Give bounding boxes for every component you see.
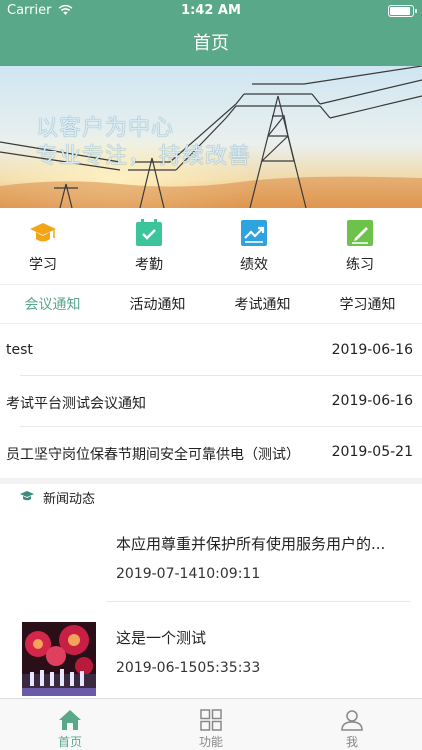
news-section-title: 新闻动态 <box>43 492 96 507</box>
news-section-header: 新闻动态 <box>0 484 422 510</box>
banner-slogan-line2: 专业专注， 持续改善 <box>36 144 251 169</box>
news-item[interactable]: 这是一个测试 2019-06-1505:35:33 <box>0 612 422 696</box>
status-bar: Carrier 1:42 AM <box>0 0 422 22</box>
quick-action-study[interactable]: 学习 <box>3 218 83 274</box>
graduation-cap-icon <box>20 491 34 501</box>
tab-me[interactable]: 我 <box>282 699 422 750</box>
grid-icon <box>200 709 222 731</box>
quick-action-label: 绩效 <box>240 257 268 273</box>
graduation-cap-icon <box>30 223 56 242</box>
user-icon <box>341 710 363 731</box>
tab-label: 功能 <box>198 735 223 749</box>
clock: 1:42 AM <box>181 3 241 18</box>
notice-title: test <box>6 342 33 358</box>
news-thumbnail <box>22 622 96 696</box>
notice-date: 2019-06-16 <box>331 342 413 358</box>
battery-icon <box>388 5 417 17</box>
quick-action-label: 学习 <box>29 257 57 273</box>
pencil-note-icon <box>347 220 373 246</box>
banner[interactable]: 以客户为中心 专业专注， 持续改善 <box>0 66 422 208</box>
home-icon <box>59 710 81 730</box>
news-title: 本应用尊重并保护所有使用服务用户的... <box>116 535 386 553</box>
trend-chart-icon <box>241 220 267 246</box>
quick-action-label: 练习 <box>346 257 374 273</box>
news-time: 2019-07-1410:09:11 <box>116 566 261 582</box>
tab-activity-notice[interactable]: 活动通知 <box>105 285 210 325</box>
notice-title: 员工坚守岗位保春节期间安全可靠供电（测试） <box>6 447 300 463</box>
tab-exam-notice[interactable]: 考试通知 <box>210 285 315 325</box>
tab-home[interactable]: 首页 <box>0 699 140 750</box>
quick-action-label: 考勤 <box>135 257 163 273</box>
news-title: 这是一个测试 <box>116 629 207 647</box>
tab-meeting-notice[interactable]: 会议通知 <box>0 285 105 325</box>
quick-action-practice[interactable]: 练习 <box>320 218 400 274</box>
tab-label: 我 <box>345 735 358 749</box>
tab-label: 首页 <box>57 735 82 749</box>
notice-row[interactable]: 员工坚守岗位保春节期间安全可靠供电（测试） 2019-05-21 <box>0 427 422 478</box>
notice-date: 2019-05-21 <box>331 444 413 460</box>
notice-row[interactable]: 考试平台测试会议通知 2019-06-16 <box>0 376 422 427</box>
notice-tabs: 会议通知 活动通知 考试通知 学习通知 <box>0 284 422 324</box>
news-time: 2019-06-1505:35:33 <box>116 660 261 676</box>
divider <box>106 601 410 602</box>
tab-study-notice[interactable]: 学习通知 <box>315 285 420 325</box>
notice-row[interactable]: test 2019-06-16 <box>0 325 422 376</box>
tab-bar: 首页 功能 我 <box>0 698 422 750</box>
notice-date: 2019-06-16 <box>331 393 413 409</box>
notice-title: 考试平台测试会议通知 <box>6 396 146 412</box>
nav-bar: 首页 <box>0 22 422 66</box>
news-item[interactable]: 本应用尊重并保护所有使用服务用户的... 2019-07-1410:09:11 <box>0 518 422 602</box>
page-title: 首页 <box>193 33 229 54</box>
quick-action-attendance[interactable]: 考勤 <box>109 218 189 274</box>
calendar-check-icon <box>136 219 162 246</box>
quick-actions: 学习 考勤 绩效 练习 <box>0 208 422 284</box>
tab-functions[interactable]: 功能 <box>141 699 281 750</box>
quick-action-performance[interactable]: 绩效 <box>214 218 294 274</box>
